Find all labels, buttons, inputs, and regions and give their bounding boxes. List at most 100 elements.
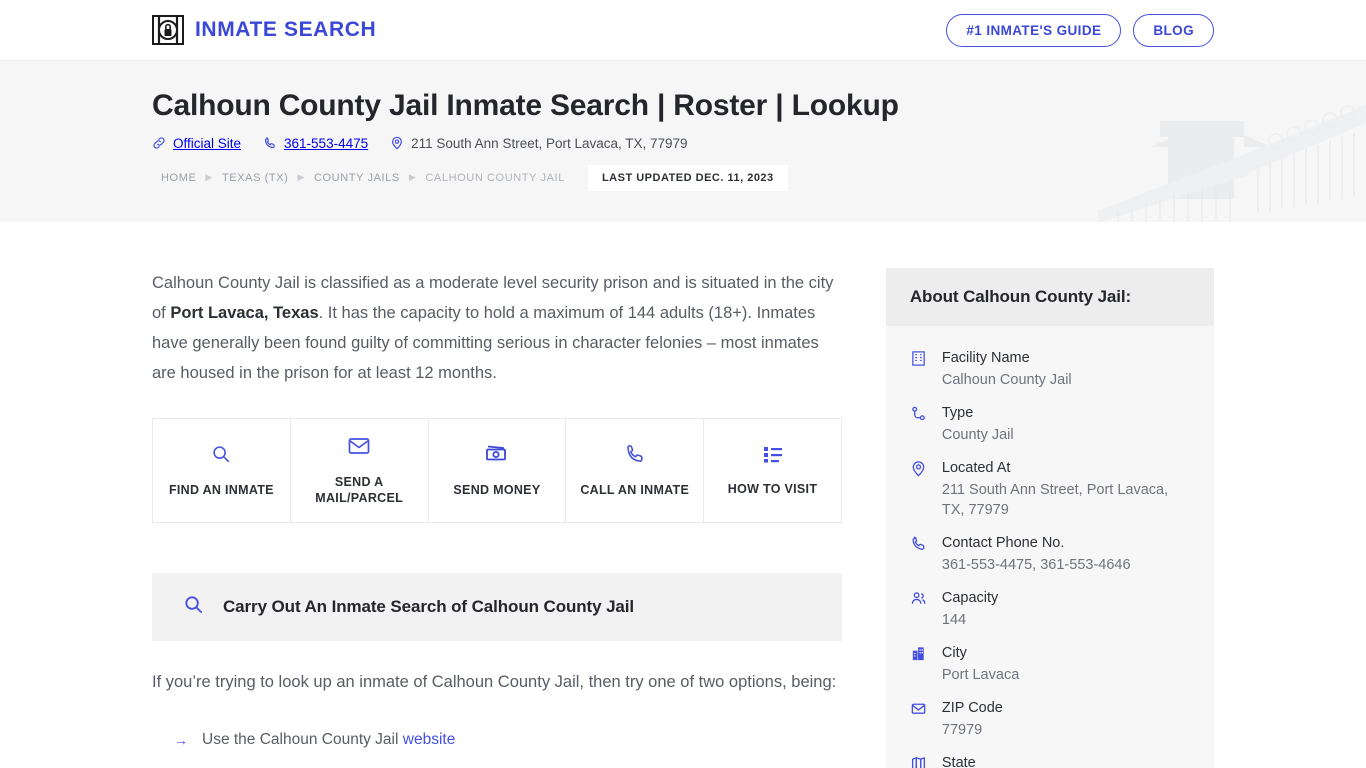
map-pin-icon [910,458,930,520]
hero-address: 211 South Ann Street, Port Lavaca, TX, 7… [390,135,688,151]
about-card-header: About Calhoun County Jail: [885,268,1214,326]
info-value: County Jail [941,427,1014,443]
brand-name: INMATE SEARCH [195,18,377,41]
phone-icon [910,533,930,575]
info-text: City Port Lavaca [942,643,1019,685]
info-text: Capacity 144 [942,588,998,630]
info-row-located-at: Located At 211 South Ann Street, Port La… [910,452,1190,527]
about-card-title: About Calhoun County Jail: [909,287,1132,306]
option-text: Use the Calhoun County Jail website [202,727,455,753]
page-title: Calhoun County Jail Inmate Search | Rost… [152,89,899,122]
section-heading: Carry Out An Inmate Search of Calhoun Co… [223,597,635,616]
breadcrumb-item-texas[interactable]: TEXAS (TX) [213,166,298,190]
info-text: State Texas (TX) [942,753,1012,768]
map-pin-icon [390,136,404,150]
info-value: 211 South Ann Street, Port Lavaca, TX, 7… [941,482,1169,518]
info-value: 77979 [941,722,983,738]
info-row-type: Type County Jail [910,397,1190,452]
info-row-zip-code: ZIP Code 77979 [910,692,1190,747]
hero-section: Calhoun County Jail Inmate Search | Rost… [0,60,1366,222]
info-label: Contact Phone No. [941,535,1065,551]
jail-lock-icon [152,15,184,45]
envelope-icon [910,698,930,740]
tile-find-an-inmate[interactable]: FIND AN INMATE [153,419,291,522]
info-label: Type [941,405,974,421]
hero-address-label: 211 South Ann Street, Port Lavaca, TX, 7… [411,135,688,151]
hero-meta-row: Official Site 361-553-4475 211 South Ann… [152,136,1214,151]
tile-send-money[interactable]: SEND MONEY [429,419,567,522]
info-text: Contact Phone No. 361-553-4475, 361-553-… [942,533,1131,575]
inmate-search-section-header: Carry Out An Inmate Search of Calhoun Co… [152,573,842,641]
official-site-label: Official Site [173,135,242,151]
main-column: Calhoun County Jail is classified as a m… [152,268,842,768]
tile-label: FIND AN INMATE [168,483,274,497]
tile-label: SEND MONEY [453,483,541,497]
section-paragraph: If you’re trying to look up an inmate of… [152,673,837,691]
tile-call-an-inmate[interactable]: CALL AN INMATE [566,419,705,522]
tile-label: SEND A MAIL/PARCEL [315,475,404,505]
blog-button[interactable]: BLOG [1133,13,1214,47]
info-label: Capacity [941,590,999,606]
info-row-facility-name: Facility Name Calhoun County Jail [910,342,1190,397]
tile-send-a-mail-parcel[interactable]: SEND A MAIL/PARCEL [291,419,429,522]
breadcrumb-item-county-jails[interactable]: COUNTY JAILS [305,166,409,190]
page-body: Calhoun County Jail is classified as a m… [0,222,1366,768]
info-row-capacity: Capacity 144 [910,582,1190,637]
type-node-icon [910,403,930,445]
info-row-contact-phone: Contact Phone No. 361-553-4475, 361-553-… [910,527,1190,582]
intro-paragraph: Calhoun County Jail is classified as a m… [152,268,842,388]
info-row-city: City Port Lavaca [910,637,1190,692]
list-icon [762,444,784,469]
arrow-right-icon: → [174,732,188,748]
phone-icon [624,443,646,470]
info-text: Located At 211 South Ann Street, Port La… [942,458,1190,520]
breadcrumb-separator: ▶ [408,172,417,182]
city-icon [910,643,930,685]
action-tiles: FIND AN INMATE SEND A MAIL/PARCEL SEND M… [152,418,842,523]
about-facility-card: About Calhoun County Jail: Facility Name… [885,268,1214,768]
list-item: → Use the Calhoun County Jail website [152,719,842,761]
breadcrumb-item-home[interactable]: HOME [152,166,205,190]
map-icon [910,753,930,768]
tile-label: CALL AN INMATE [580,483,690,497]
official-site-link[interactable]: Official Site [152,136,241,151]
info-label: State [941,755,976,768]
breadcrumb-separator: ▶ [297,172,305,182]
info-label: Located At [941,460,1011,476]
breadcrumb-item-current: CALHOUN COUNTY JAIL [425,171,565,184]
info-value: Port Lavaca [941,667,1020,683]
intro-city-state: Port Lavaca, Texas [170,304,319,322]
link-icon [152,136,166,150]
site-header: INMATE SEARCH #1 INMATE'S GUIDE BLOG [0,0,1366,60]
list-item: → Contact them directly at 361-553-4475 [152,761,842,768]
brand-logo-link[interactable]: INMATE SEARCH [152,15,376,45]
info-label: ZIP Code [941,700,1003,716]
info-value: 144 [941,612,967,628]
option-text-before: Use the Calhoun County Jail [202,731,403,748]
phone-icon [263,136,277,150]
last-updated-badge: LAST UPDATED DEC. 11, 2023 [587,164,788,191]
info-text: Type County Jail [942,403,1014,445]
header-actions: #1 INMATE'S GUIDE BLOG [946,13,1214,47]
hero-phone-link[interactable]: 361-553-4475 [263,136,368,151]
search-options-list: → Use the Calhoun County Jail website → … [152,719,842,768]
info-label: City [941,645,967,661]
breadcrumb: HOME ▶ TEXAS (TX) ▶ COUNTY JAILS ▶ CALHO… [152,164,1214,191]
search-icon [210,443,232,470]
search-icon [182,593,205,621]
info-value: 361-553-4475, 361-553-4646 [941,557,1131,573]
tile-label: HOW TO VISIT [727,482,818,496]
info-text: Facility Name Calhoun County Jail [942,348,1072,390]
money-icon [484,443,510,470]
info-text: ZIP Code 77979 [942,698,1003,740]
sidebar-column: About Calhoun County Jail: Facility Name… [885,268,1214,768]
jail-website-link[interactable]: website [403,731,456,748]
info-label: Facility Name [941,350,1030,366]
tile-how-to-visit[interactable]: HOW TO VISIT [704,419,841,522]
hero-phone-label: 361-553-4475 [284,135,369,151]
inmates-guide-button[interactable]: #1 INMATE'S GUIDE [946,13,1122,47]
info-value: Calhoun County Jail [941,372,1072,388]
about-card-body: Facility Name Calhoun County Jail Type C… [886,326,1214,768]
breadcrumb-separator: ▶ [205,172,213,182]
people-icon [910,588,930,630]
